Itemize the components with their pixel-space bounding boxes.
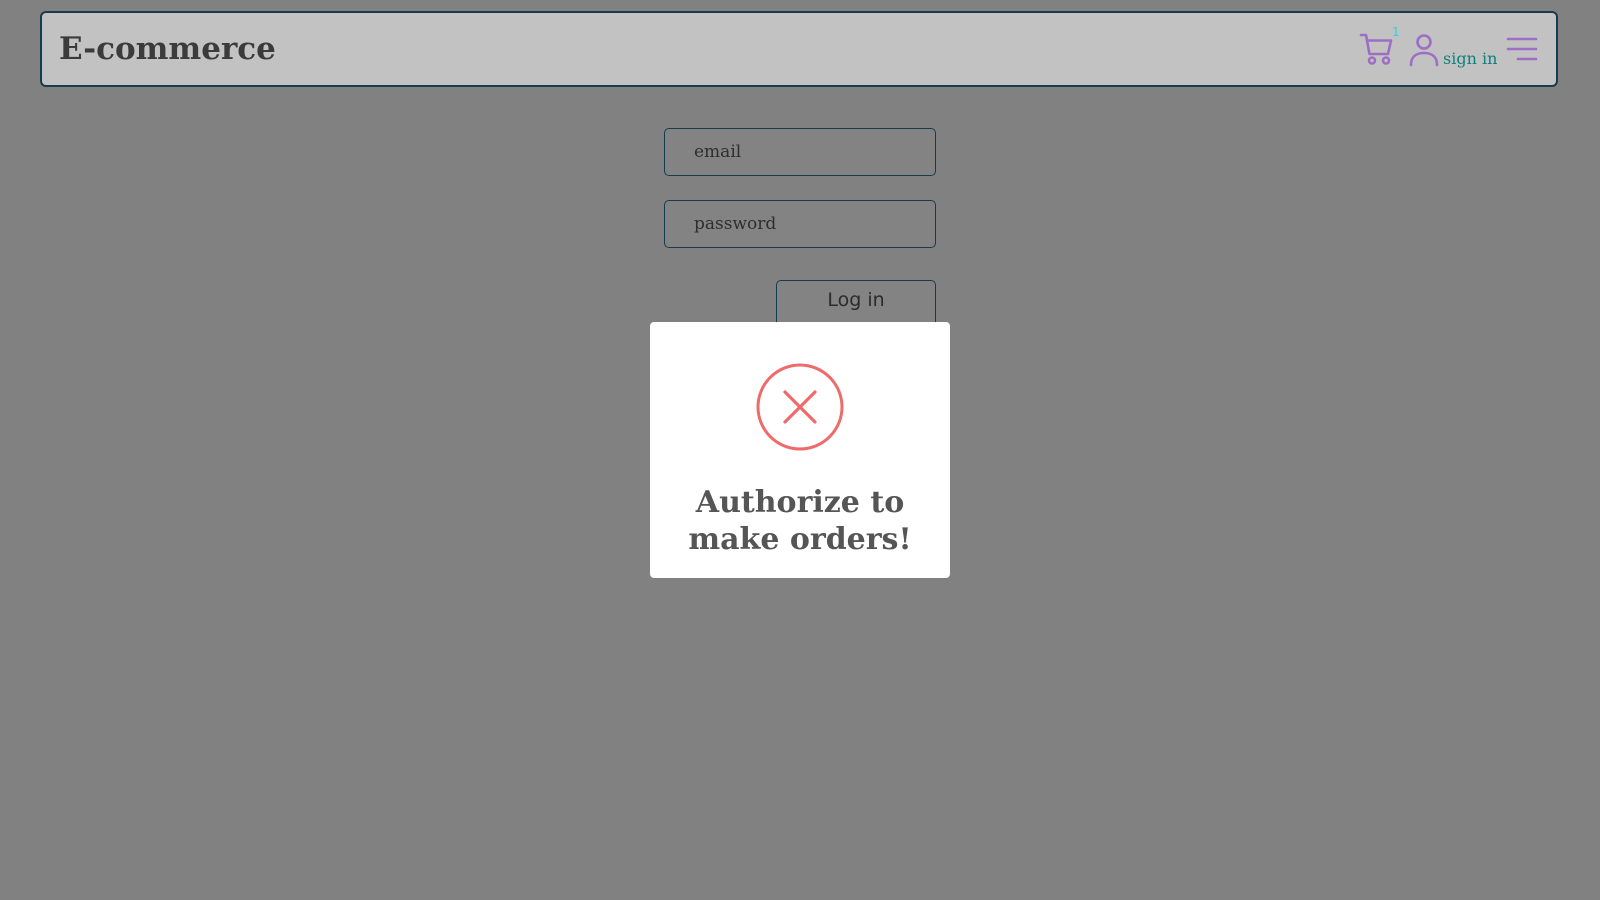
error-x-circle-icon xyxy=(756,363,844,451)
site-logo[interactable]: E-commerce xyxy=(59,30,276,68)
hamburger-menu-icon xyxy=(1506,37,1538,61)
sign-in-link[interactable]: sign in xyxy=(1443,49,1497,69)
auth-required-modal: Authorize to make orders! xyxy=(650,322,950,578)
cart-count-badge: 1 xyxy=(1392,25,1400,39)
password-field[interactable] xyxy=(664,200,936,248)
cart-button[interactable]: 1 xyxy=(1359,25,1400,69)
user-icon xyxy=(1409,34,1439,67)
user-account-button[interactable] xyxy=(1408,32,1440,68)
email-field[interactable] xyxy=(664,128,936,176)
menu-button[interactable] xyxy=(1506,35,1538,65)
modal-message: Authorize to make orders! xyxy=(688,485,912,557)
shopping-cart-icon xyxy=(1359,33,1393,65)
site-header: E-commerce 1 sign in xyxy=(40,11,1558,87)
